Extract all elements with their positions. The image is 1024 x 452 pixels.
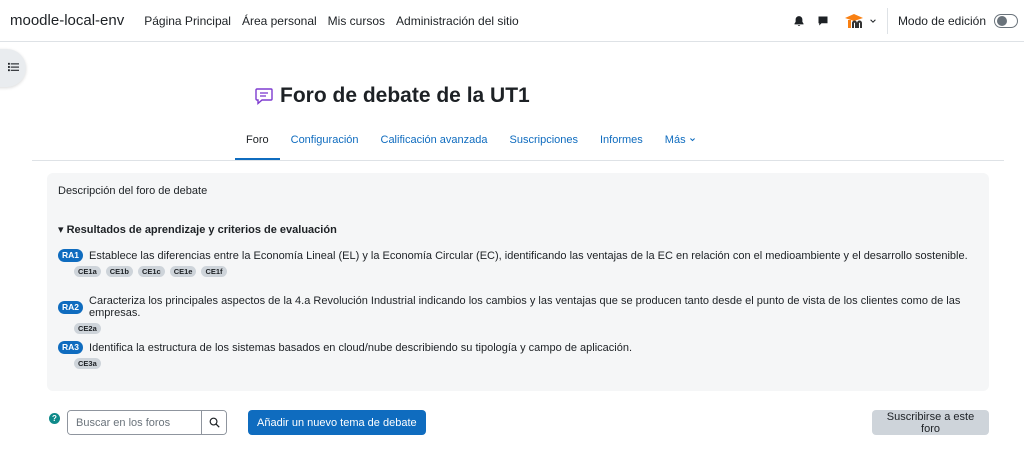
- search-input[interactable]: [68, 411, 201, 434]
- page-header: Foro de debate de la UT1: [254, 84, 530, 108]
- moodle-user-avatar-icon: [843, 10, 865, 32]
- messages-chat-icon[interactable]: [811, 9, 835, 33]
- ce-badge: CE1f: [201, 266, 227, 277]
- tab-settings[interactable]: Configuración: [280, 125, 370, 161]
- tab-subscriptions[interactable]: Suscripciones: [499, 125, 589, 161]
- ce-badge: CE2a: [74, 323, 101, 334]
- navbar-right: Modo de edición: [787, 0, 1024, 42]
- criteria-badges: CE1a CE1b CE1c CE1e CE1f: [74, 266, 968, 277]
- nav-link-home[interactable]: Página Principal: [144, 14, 231, 28]
- criteria-badges: CE2a: [74, 323, 989, 334]
- results-disclosure-toggle[interactable]: ▾ Resultados de aprendizaje y criterios …: [58, 223, 337, 236]
- edit-mode-label: Modo de edición: [897, 14, 986, 28]
- criteria-badges: CE3a: [74, 358, 632, 369]
- forum-search: [67, 410, 227, 435]
- edit-mode-toggle[interactable]: [994, 14, 1018, 28]
- search-button[interactable]: [201, 411, 226, 434]
- nav-link-dashboard[interactable]: Área personal: [242, 14, 317, 28]
- tab-reports[interactable]: Informes: [589, 125, 654, 161]
- search-icon: [209, 417, 220, 428]
- help-icon[interactable]: ?: [49, 413, 60, 424]
- page-title: Foro de debate de la UT1: [280, 84, 530, 107]
- course-index-drawer-toggle[interactable]: [0, 49, 26, 87]
- ra-badge: RA2: [58, 300, 84, 314]
- tab-forum[interactable]: Foro: [235, 125, 280, 161]
- nav-link-site-admin[interactable]: Administración del sitio: [396, 14, 519, 28]
- list-icon: [7, 59, 19, 77]
- ce-badge: CE3a: [74, 358, 101, 369]
- ra-badge: RA3: [58, 341, 84, 354]
- tab-advanced-grading[interactable]: Calificación avanzada: [370, 125, 499, 161]
- edit-mode-switch: Modo de edición: [898, 14, 1018, 28]
- add-discussion-button[interactable]: Añadir un nuevo tema de debate: [248, 410, 426, 435]
- navbar-divider: [886, 8, 888, 34]
- ra-text: Establece las diferencias entre la Econo…: [89, 249, 968, 262]
- nav-link-my-courses[interactable]: Mis cursos: [328, 14, 385, 28]
- ce-badge: CE1e: [169, 266, 197, 277]
- site-brand[interactable]: moodle-local-env: [10, 12, 124, 29]
- top-navbar: moodle-local-env Página Principal Área p…: [0, 0, 1024, 42]
- learning-result-item: RA2 Caracteriza los principales aspectos…: [58, 295, 989, 334]
- secondary-navigation: Foro Configuración Calificación avanzada…: [0, 125, 1024, 161]
- forum-chat-icon: [254, 86, 274, 106]
- ce-badge: CE1c: [137, 266, 165, 277]
- ra-text: Identifica la estructura de los sistemas…: [89, 341, 633, 354]
- ce-badge: CE1b: [105, 266, 133, 277]
- chevron-down-icon: [689, 138, 695, 142]
- forum-description-box: Descripción del foro de debate ▾ Resulta…: [47, 173, 989, 391]
- tab-more[interactable]: Más: [654, 125, 707, 161]
- subscribe-forum-button[interactable]: Suscribirse a este foro: [872, 410, 989, 435]
- ce-badge: CE1a: [74, 266, 101, 277]
- tab-more-label: Más: [664, 134, 686, 146]
- description-title: Descripción del foro de debate: [58, 185, 208, 197]
- toggle-knob: [997, 16, 1007, 26]
- ra-text: Caracteriza los principales aspectos de …: [89, 295, 961, 319]
- ra-badge: RA1: [58, 249, 84, 262]
- learning-result-item: RA3 Identifica la estructura de los sist…: [58, 341, 632, 369]
- user-menu[interactable]: [843, 10, 887, 32]
- primary-navigation: Página Principal Área personal Mis curso…: [144, 14, 530, 28]
- secondary-nav-divider: [32, 160, 1004, 161]
- learning-result-item: RA1 Establece las diferencias entre la E…: [58, 249, 968, 277]
- chevron-down-icon: [869, 12, 877, 30]
- notifications-bell-icon[interactable]: [787, 9, 811, 33]
